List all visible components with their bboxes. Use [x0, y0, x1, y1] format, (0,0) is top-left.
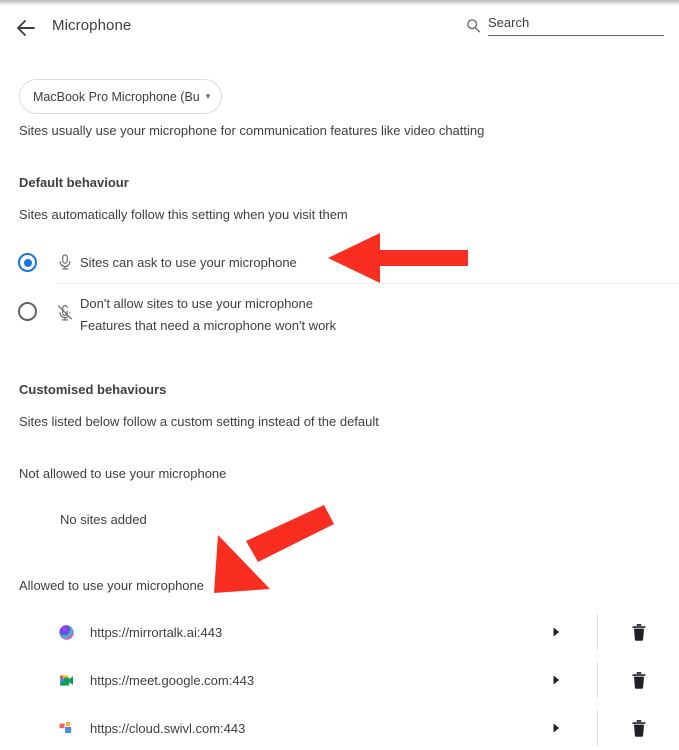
customised-behaviours-subtitle: Sites listed below follow a custom setti… [19, 414, 379, 429]
site-url: https://cloud.swivl.com:443 [90, 720, 246, 736]
chevron-right-icon[interactable] [551, 674, 561, 686]
page-header: Microphone [0, 0, 679, 52]
chevron-right-icon[interactable] [551, 626, 561, 638]
row-divider [597, 710, 598, 746]
radio-option-text-group: Sites can ask to use your microphone [80, 254, 297, 272]
search-input[interactable] [488, 14, 664, 36]
site-row[interactable]: https://mirrortalk.ai:443 [0, 608, 679, 656]
google-meet-icon [58, 672, 75, 689]
blocked-sites-empty-message: No sites added [60, 512, 147, 527]
microphone-description: Sites usually use your microphone for co… [19, 123, 485, 138]
radio-button-selected[interactable] [18, 253, 37, 272]
blocked-sites-heading: Not allowed to use your microphone [19, 466, 227, 481]
search-box[interactable] [466, 14, 664, 40]
site-url: https://mirrortalk.ai:443 [90, 624, 223, 640]
arrow-pointing-to-allowed-heading [212, 505, 337, 595]
default-behaviour-subtitle: Sites automatically follow this setting … [19, 207, 348, 222]
trash-icon[interactable] [630, 719, 648, 738]
page-title: Microphone [52, 17, 132, 34]
back-arrow-icon[interactable] [14, 16, 38, 40]
microphone-device-row: MacBook Pro Microphone (Bu ▾ [19, 79, 223, 114]
radio-option-dont-allow[interactable]: Don't allow sites to use your microphone… [0, 295, 679, 341]
site-row[interactable]: https://cloud.swivl.com:443 [0, 704, 679, 750]
window-top-shadow [0, 0, 679, 6]
radio-option-sites-can-ask[interactable]: Sites can ask to use your microphone [0, 245, 679, 279]
row-divider [597, 614, 598, 650]
chevron-down-icon: ▾ [205, 91, 211, 101]
default-behaviour-title: Default behaviour [19, 175, 129, 190]
mirrortalk-gradient-sphere-icon [58, 624, 75, 641]
microphone-device-label: MacBook Pro Microphone (Bu [33, 89, 200, 104]
radio-button-unselected[interactable] [18, 302, 37, 321]
chevron-right-icon[interactable] [551, 722, 561, 734]
microphone-muted-icon [56, 304, 74, 322]
radio-option-label: Don't allow sites to use your microphone [80, 296, 313, 311]
trash-icon[interactable] [630, 671, 648, 690]
trash-icon[interactable] [630, 623, 648, 642]
allowed-sites-list: https://mirrortalk.ai:443 https://meet.g… [0, 608, 679, 750]
radio-option-text-group: Don't allow sites to use your microphone… [80, 295, 336, 333]
row-divider [597, 662, 598, 698]
customised-behaviours-title: Customised behaviours [19, 382, 167, 397]
microphone-device-select[interactable]: MacBook Pro Microphone (Bu ▾ [19, 79, 223, 114]
site-url: https://meet.google.com:443 [90, 672, 255, 688]
radio-option-label: Sites can ask to use your microphone [80, 255, 297, 270]
options-divider [56, 283, 679, 284]
radio-option-sublabel: Features that need a microphone won't wo… [80, 318, 337, 333]
site-row[interactable]: https://meet.google.com:443 [0, 656, 679, 704]
microphone-icon [56, 253, 74, 271]
allowed-sites-heading: Allowed to use your microphone [19, 578, 204, 593]
search-icon [466, 18, 481, 33]
swivl-squares-icon [58, 720, 75, 737]
